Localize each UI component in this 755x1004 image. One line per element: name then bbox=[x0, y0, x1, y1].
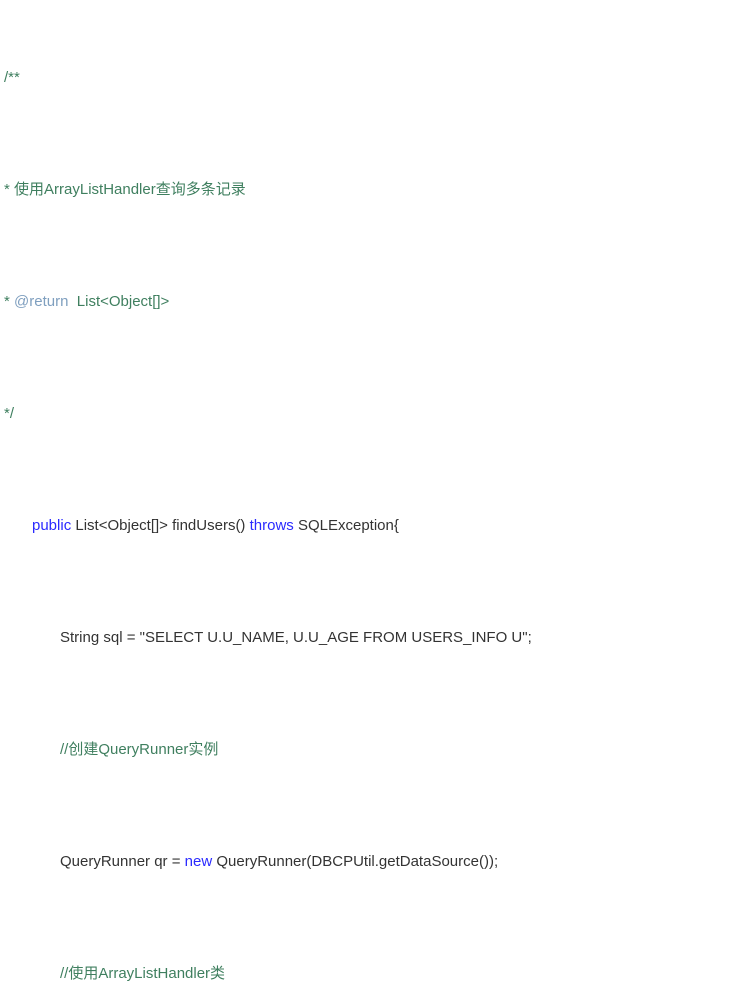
comment-text: /** bbox=[4, 69, 20, 86]
doc-tag: @return bbox=[10, 293, 69, 310]
keyword-throws: throws bbox=[250, 517, 294, 534]
code-text: QueryRunner(DBCPUtil.getDataSource()); bbox=[212, 853, 498, 870]
comment-line: //创建QueryRunner实例 bbox=[4, 739, 755, 760]
method-signature: public List<Object[]> findUsers() throws… bbox=[4, 515, 755, 536]
code-block: /** * 使用ArrayListHandler查询多条记录 * @return… bbox=[0, 0, 755, 1004]
javadoc-close: */ bbox=[4, 403, 755, 424]
comment-text: List<Object[]> bbox=[68, 293, 169, 310]
javadoc-line: * 使用ArrayListHandler查询多条记录 bbox=[4, 179, 755, 200]
javadoc-open: /** bbox=[4, 67, 755, 88]
signature-part: SQLException{ bbox=[294, 517, 399, 534]
signature-part: List<Object[]> findUsers() bbox=[71, 517, 249, 534]
comment-line: //使用ArrayListHandler类 bbox=[4, 963, 755, 984]
javadoc-return: * @return List<Object[]> bbox=[4, 291, 755, 312]
comment-text: 使用ArrayListHandler查询多条记录 bbox=[10, 181, 246, 198]
sql-declaration: String sql = "SELECT U.U_NAME, U.U_AGE F… bbox=[4, 627, 755, 648]
keyword-new: new bbox=[185, 853, 213, 870]
keyword-public: public bbox=[32, 517, 71, 534]
queryrunner-declaration: QueryRunner qr = new QueryRunner(DBCPUti… bbox=[4, 851, 755, 872]
comment-text: //创建QueryRunner实例 bbox=[60, 741, 218, 758]
comment-text: */ bbox=[4, 405, 14, 422]
code-text: QueryRunner qr = bbox=[60, 853, 185, 870]
code-text: String sql = "SELECT U.U_NAME, U.U_AGE F… bbox=[60, 629, 532, 646]
comment-text: //使用ArrayListHandler类 bbox=[60, 965, 225, 982]
